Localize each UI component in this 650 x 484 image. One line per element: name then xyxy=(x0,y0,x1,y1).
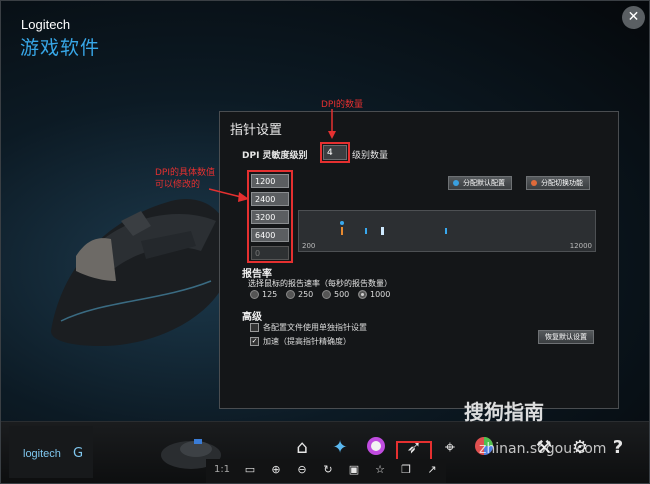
radio-icon xyxy=(322,290,331,299)
checkbox-checked-icon: ✓ xyxy=(250,337,259,346)
bookmark-icon[interactable]: ☆ xyxy=(372,462,388,478)
report-rate-description: 选择鼠标的报告速率（每秒的报告数量） xyxy=(248,279,392,288)
dpi-marker-1[interactable] xyxy=(341,227,343,235)
radio-selected-icon xyxy=(358,290,367,299)
restore-default-button[interactable]: 恢复默认设置 xyxy=(538,330,594,344)
zoom-out-icon[interactable]: ⊖ xyxy=(294,462,310,478)
dpi-marker-4[interactable] xyxy=(445,228,447,234)
close-button[interactable]: ✕ xyxy=(622,6,645,29)
zoom-in-icon[interactable]: ⊕ xyxy=(268,462,284,478)
g-logo-icon: G xyxy=(73,446,84,461)
dpi-slider-track[interactable]: 200 12000 xyxy=(298,210,596,252)
customize-buttons-icon[interactable]: ✦ xyxy=(327,435,353,461)
report-rate-1000-label: 1000 xyxy=(370,290,391,299)
panel-title: 指针设置 xyxy=(230,123,283,138)
heatmap-icon[interactable]: ⌖ xyxy=(437,435,463,461)
color-wheel-icon xyxy=(367,437,385,455)
separate-settings-checkbox[interactable]: 各配置文件使用单独指针设置 xyxy=(250,322,367,333)
logitech-logo: logitech xyxy=(23,448,61,460)
assign-default-button[interactable]: 分配默认配置 xyxy=(448,176,512,190)
report-rate-250-label: 250 xyxy=(298,290,314,299)
share-icon[interactable]: ↗ xyxy=(424,462,440,478)
annotation-arrow-right-icon xyxy=(209,188,249,202)
pointer-settings-panel: 指针设置 DPI 灵敏度级别 4 级别数量 1200 2400 3200 640… xyxy=(219,111,619,409)
dpi-marker-3[interactable] xyxy=(381,227,384,235)
help-icon[interactable]: ? xyxy=(605,435,631,461)
dpi-marker-2[interactable] xyxy=(365,228,367,234)
report-rate-500-label: 500 xyxy=(334,290,350,299)
report-rate-250[interactable]: 250 xyxy=(286,290,313,299)
copy-icon[interactable]: ❐ xyxy=(398,462,414,478)
brand-label: Logitech xyxy=(21,17,71,32)
annotation-arrow-down-icon xyxy=(328,109,336,139)
report-rate-500[interactable]: 500 xyxy=(322,290,349,299)
axis-max-label: 12000 xyxy=(569,242,592,250)
dpi-values-highlight xyxy=(247,170,293,263)
watermark: 搜狗指南 xyxy=(464,400,544,424)
dpi-sensitivity-label: DPI 灵敏度级别 xyxy=(242,151,308,161)
lighting-icon[interactable] xyxy=(363,435,389,461)
assign-default-label: 分配默认配置 xyxy=(463,179,505,187)
zoom-reset-button[interactable]: 1:1 xyxy=(212,462,232,478)
assign-switch-button[interactable]: 分配切换功能 xyxy=(526,176,590,190)
save-icon[interactable]: ▣ xyxy=(346,462,362,478)
app-window: Logitech 游戏软件 ✕ 指针设置 DPI 灵敏度级别 4 级别数量 12… xyxy=(0,0,650,484)
report-rate-125-label: 125 xyxy=(262,290,278,299)
home-icon[interactable]: ⌂ xyxy=(289,435,315,461)
fit-screen-icon[interactable]: ▭ xyxy=(242,462,258,478)
logo-area: logitech G xyxy=(9,426,93,478)
watermark-url: zhinan.sogou.com xyxy=(479,441,607,457)
annotation-values-line2: 可以修改的 xyxy=(155,180,201,190)
acceleration-checkbox[interactable]: ✓ 加速（提高指针精确度） xyxy=(250,336,351,347)
dpi-count-label: 级别数量 xyxy=(352,151,389,161)
acceleration-label: 加速（提高指针精确度） xyxy=(263,337,351,346)
assign-switch-icon xyxy=(531,180,537,186)
assign-default-icon xyxy=(453,180,459,186)
report-rate-125[interactable]: 125 xyxy=(250,290,277,299)
count-highlight xyxy=(320,142,350,163)
advanced-title: 高级 xyxy=(242,312,262,323)
assign-switch-label: 分配切换功能 xyxy=(541,179,583,187)
checkbox-icon xyxy=(250,323,259,332)
radio-icon xyxy=(286,290,295,299)
mouse-image xyxy=(51,199,232,346)
separate-settings-label: 各配置文件使用单独指针设置 xyxy=(263,323,367,332)
radio-icon xyxy=(250,290,259,299)
report-rate-1000[interactable]: 1000 xyxy=(358,290,390,299)
app-title: 游戏软件 xyxy=(20,37,101,59)
bottom-toolbar: 1:1 ▭ ⊕ ⊖ ↻ ▣ ☆ ❐ ↗ xyxy=(206,459,446,483)
axis-min-label: 200 xyxy=(302,242,316,250)
rotate-icon[interactable]: ↻ xyxy=(320,462,336,478)
dpi-default-dot xyxy=(340,221,344,225)
